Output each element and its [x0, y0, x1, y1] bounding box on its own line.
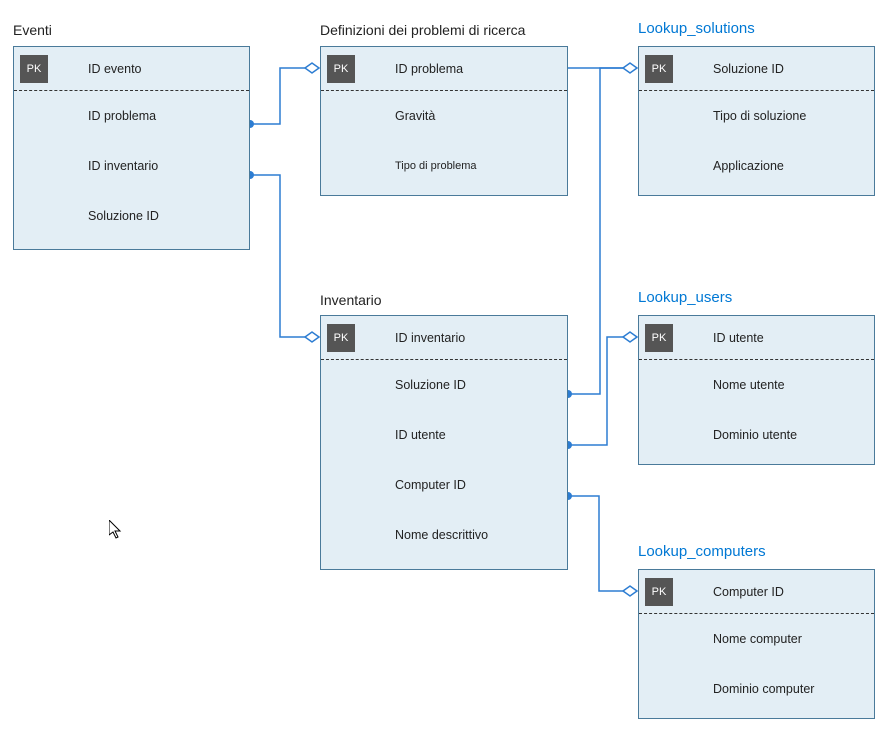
field: Applicazione — [639, 141, 874, 191]
pk-field: ID evento — [88, 62, 142, 76]
entity-eventi: PK ID evento ID problema ID inventario S… — [13, 46, 250, 250]
entity-problemi: PK ID problema Gravità Tipo di problema — [320, 46, 568, 196]
mouse-cursor-icon — [109, 520, 125, 540]
pk-row: PK ID problema — [321, 47, 567, 91]
pk-field: Soluzione ID — [713, 62, 784, 76]
field: ID problema — [14, 91, 249, 141]
pk-badge: PK — [327, 324, 355, 352]
field: Soluzione ID — [321, 360, 567, 410]
pk-field: ID utente — [713, 331, 764, 345]
pk-field: ID problema — [395, 62, 463, 76]
entity-title-problemi: Definizioni dei problemi di ricerca — [320, 22, 525, 38]
field: Nome utente — [639, 360, 874, 410]
field: Dominio utente — [639, 410, 874, 460]
pk-row: PK ID utente — [639, 316, 874, 360]
pk-field: Computer ID — [713, 585, 784, 599]
field: Tipo di soluzione — [639, 91, 874, 141]
field: Computer ID — [321, 460, 567, 510]
pk-badge: PK — [645, 324, 673, 352]
field: Nome descrittivo — [321, 510, 567, 560]
pk-badge: PK — [327, 55, 355, 83]
entity-users: PK ID utente Nome utente Dominio utente — [638, 315, 875, 465]
pk-field: ID inventario — [395, 331, 465, 345]
pk-badge: PK — [645, 55, 673, 83]
field: ID inventario — [14, 141, 249, 191]
entity-title-users[interactable]: Lookup_users — [638, 289, 732, 306]
pk-badge: PK — [20, 55, 48, 83]
entity-solutions: PK Soluzione ID Tipo di soluzione Applic… — [638, 46, 875, 196]
entity-title-eventi: Eventi — [13, 22, 52, 38]
entity-inventario: PK ID inventario Soluzione ID ID utente … — [320, 315, 568, 570]
entity-title-computers[interactable]: Lookup_computers — [638, 543, 766, 560]
entity-computers: PK Computer ID Nome computer Dominio com… — [638, 569, 875, 719]
field: Dominio computer — [639, 664, 874, 714]
pk-row: PK Computer ID — [639, 570, 874, 614]
pk-badge: PK — [645, 578, 673, 606]
entity-title-solutions[interactable]: Lookup_solutions — [638, 20, 755, 37]
field: ID utente — [321, 410, 567, 460]
field: Nome computer — [639, 614, 874, 664]
pk-row: PK Soluzione ID — [639, 47, 874, 91]
pk-row: PK ID inventario — [321, 316, 567, 360]
entity-title-inventario: Inventario — [320, 292, 381, 308]
field: Gravità — [321, 91, 567, 141]
field: Tipo di problema — [321, 141, 567, 191]
pk-row: PK ID evento — [14, 47, 249, 91]
field: Soluzione ID — [14, 191, 249, 241]
